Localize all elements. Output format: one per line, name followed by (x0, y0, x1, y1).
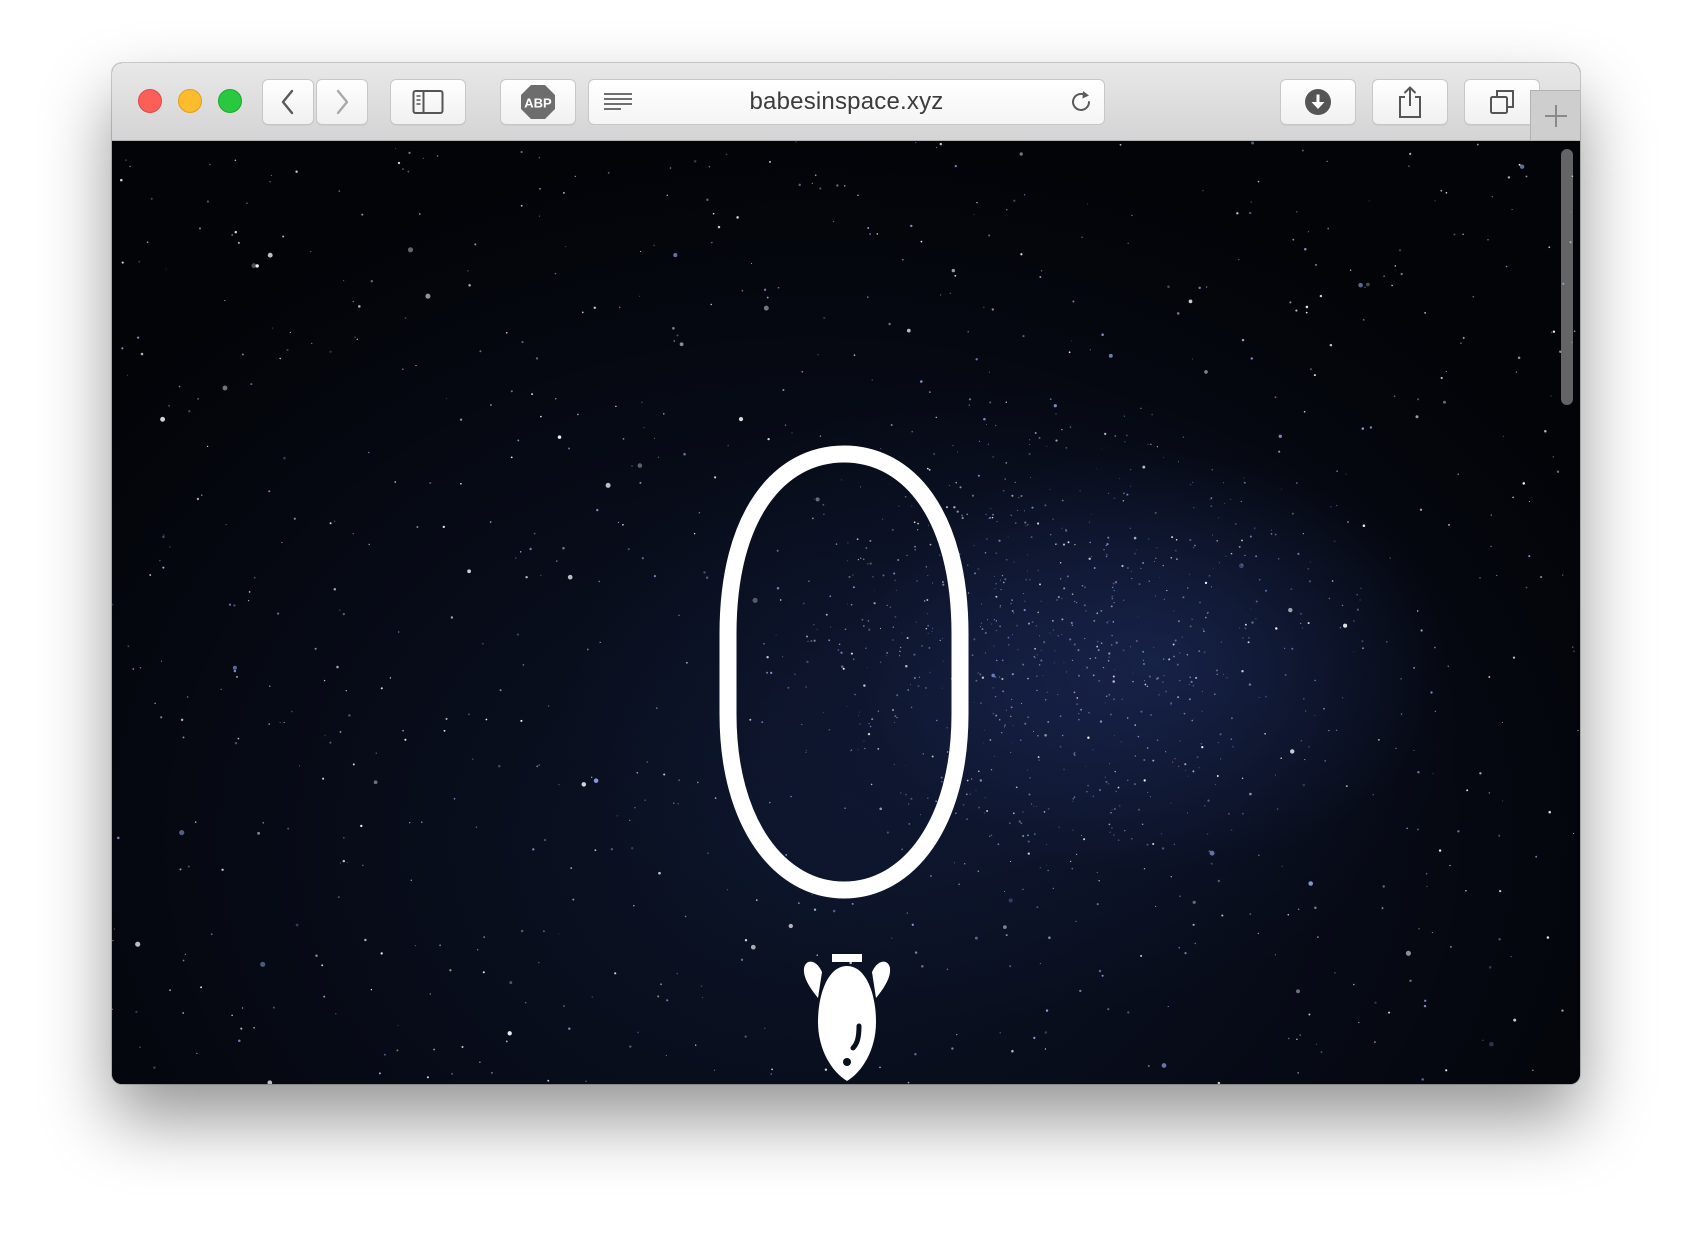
plus-icon (1544, 104, 1567, 127)
minimize-button[interactable] (178, 89, 202, 113)
download-icon (1305, 89, 1331, 115)
tabs-overview-button[interactable] (1464, 79, 1540, 125)
new-tab-button[interactable] (1530, 90, 1580, 140)
sidebar-icon (412, 90, 444, 114)
back-icon (281, 89, 294, 115)
bomb-icon (803, 954, 891, 1081)
vertical-scrollbar[interactable] (1561, 149, 1573, 405)
adblock-button[interactable]: ABP (500, 79, 576, 125)
adblock-icon: ABP (521, 85, 555, 119)
share-icon (1399, 86, 1421, 118)
reload-icon[interactable] (1068, 89, 1094, 115)
counter-zero: 0 (719, 445, 969, 899)
browser-window: ABP babesinspace.xyz 0 (112, 63, 1580, 1084)
page-content: 0 (112, 141, 1580, 1084)
download-button[interactable] (1280, 79, 1356, 125)
counter-text: 0 (841, 736, 847, 747)
back-button[interactable] (262, 79, 314, 125)
browser-toolbar: ABP babesinspace.xyz (112, 63, 1580, 141)
tabs-icon (1490, 90, 1514, 114)
forward-button[interactable] (316, 79, 368, 125)
forward-icon (336, 89, 349, 115)
share-button[interactable] (1372, 79, 1448, 125)
sidebar-button[interactable] (390, 79, 466, 125)
address-bar[interactable]: babesinspace.xyz (588, 79, 1105, 125)
zoom-button[interactable] (218, 89, 242, 113)
svg-text:ABP: ABP (524, 96, 552, 111)
close-button[interactable] (138, 89, 162, 113)
url-text[interactable]: babesinspace.xyz (589, 80, 1104, 124)
